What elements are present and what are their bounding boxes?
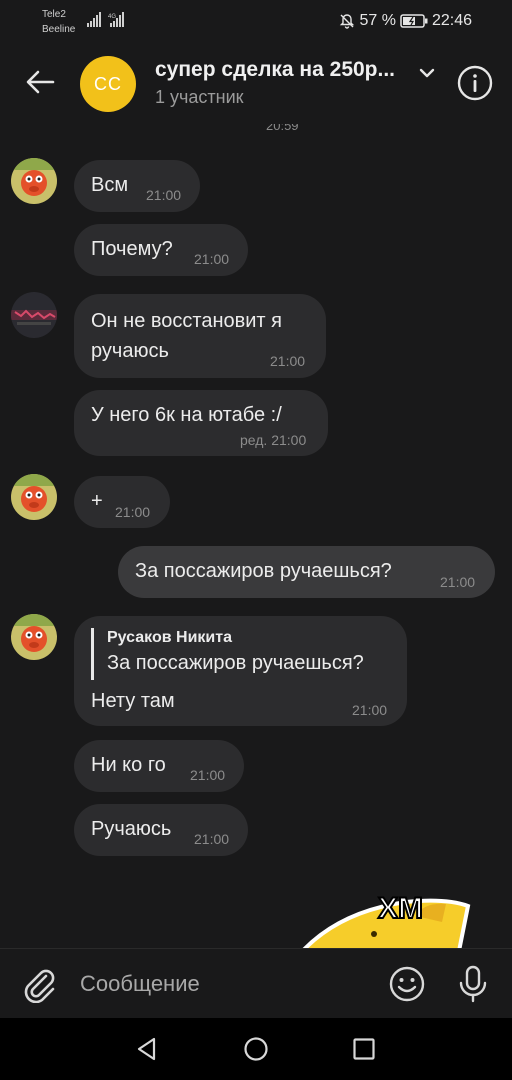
message-time: 21:00 xyxy=(194,831,230,847)
avatar[interactable] xyxy=(11,474,57,520)
message-bubble[interactable]: Ни ко го 21:00 xyxy=(74,740,244,792)
battery-icon xyxy=(400,14,428,28)
message-bubble[interactable]: Русаков Никита За поссажиров ручаешься? … xyxy=(74,616,407,726)
message-text: Всм xyxy=(91,174,129,196)
carrier-labels: Tele2 Beeline xyxy=(42,7,75,37)
signal-icon: 4G xyxy=(87,12,124,27)
message-text: У него 6к на ютабе :/ xyxy=(91,404,282,426)
chat-participants: 1 участник xyxy=(155,87,244,107)
message-bubble[interactable]: Почему? 21:00 xyxy=(74,224,248,276)
chat-header: CC супер сделка на 250р... 1 участник xyxy=(0,44,512,124)
message-text: + xyxy=(91,490,103,512)
outgoing-message-bubble[interactable]: За поссажиров ручаешься? 21:00 xyxy=(118,546,495,598)
avatar[interactable] xyxy=(11,292,57,338)
message-bubble[interactable]: Всм 21:00 xyxy=(74,160,200,212)
status-bar: Tele2 Beeline 4G 57 % 22:46 xyxy=(0,0,512,44)
message-composer xyxy=(0,948,512,1018)
message-time: 21:00 xyxy=(352,702,388,718)
carrier-2: Beeline xyxy=(42,24,76,35)
dark-photo-avatar-icon xyxy=(11,292,57,338)
message-time: 21:00 xyxy=(115,504,151,520)
message-time: 21:00 xyxy=(146,187,182,203)
battery-percent: 57 % xyxy=(359,12,396,29)
avatar[interactable] xyxy=(11,614,57,660)
microphone-icon[interactable] xyxy=(456,965,490,1003)
nav-recent-apps-icon[interactable] xyxy=(351,1036,377,1062)
message-list[interactable]: 20:59 Всм 21:00 Почему? 21:00 Он не восс… xyxy=(0,124,512,948)
message-text: Ручаюсь xyxy=(91,818,172,840)
status-right: 57 % 22:46 xyxy=(339,12,472,30)
arrow-left-icon xyxy=(26,70,55,94)
muted-bell-icon xyxy=(340,14,355,29)
chat-avatar[interactable]: CC xyxy=(80,56,136,112)
nav-back-icon[interactable] xyxy=(134,1036,160,1062)
back-button[interactable] xyxy=(18,60,62,104)
message-time: 20:59 xyxy=(266,124,299,133)
carrier-1: Tele2 xyxy=(42,9,66,20)
nav-home-icon[interactable] xyxy=(243,1036,269,1062)
message-time: 21:00 xyxy=(270,353,306,369)
reply-text: За поссажиров ручаешься? xyxy=(107,652,364,674)
clock: 22:46 xyxy=(431,12,472,29)
emoji-icon[interactable] xyxy=(388,965,426,1003)
message-text-line: Он не восстановит я xyxy=(91,310,282,332)
message-time-edited: ред. 21:00 xyxy=(240,432,307,448)
message-time: 21:00 xyxy=(190,767,226,783)
paperclip-icon[interactable] xyxy=(20,965,58,1003)
sticker-cheese[interactable]: ХМ xyxy=(296,876,476,948)
sticker-text: ХМ xyxy=(378,892,423,925)
sticker-fragment xyxy=(100,124,280,132)
message-text: Ни ко го xyxy=(91,754,166,776)
svg-text:4G: 4G xyxy=(108,14,116,20)
smesharik-avatar-icon xyxy=(11,474,57,520)
message-text-line: ручаюсь xyxy=(91,340,169,362)
chevron-down-icon[interactable] xyxy=(418,66,436,80)
message-bubble[interactable]: У него 6к на ютабе :/ ред. 21:00 xyxy=(74,390,328,456)
message-bubble[interactable]: + 21:00 xyxy=(74,476,170,528)
reply-author: Русаков Никита xyxy=(107,629,232,646)
avatar[interactable] xyxy=(11,158,57,204)
smesharik-avatar-icon xyxy=(11,158,57,204)
chat-title[interactable]: супер сделка на 250р... xyxy=(155,58,415,82)
reply-quote[interactable]: Русаков Никита За поссажиров ручаешься? xyxy=(91,628,391,680)
message-time: 21:00 xyxy=(440,574,476,590)
smesharik-avatar-icon xyxy=(11,614,57,660)
message-bubble[interactable]: Ручаюсь 21:00 xyxy=(74,804,248,856)
message-text: Почему? xyxy=(91,238,173,260)
info-button[interactable] xyxy=(456,64,494,102)
message-text: Нету там xyxy=(91,690,175,712)
system-nav-bar xyxy=(0,1018,512,1080)
message-time: 21:00 xyxy=(194,251,230,267)
message-text: За поссажиров ручаешься? xyxy=(135,560,392,582)
message-bubble[interactable]: Он не восстановит я ручаюсь 21:00 xyxy=(74,294,326,378)
message-input[interactable] xyxy=(80,967,370,1001)
